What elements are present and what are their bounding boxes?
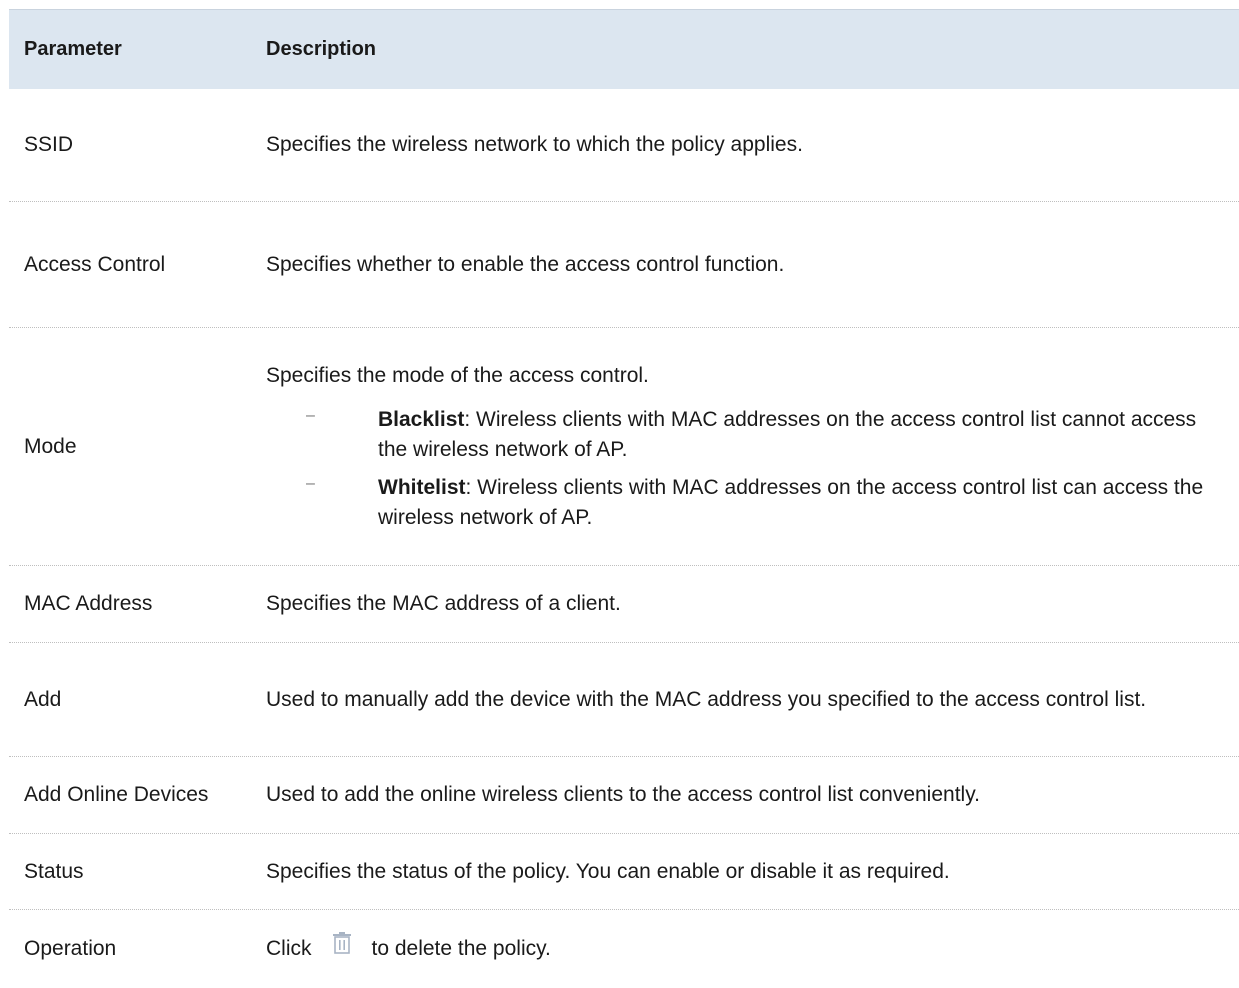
table-row: MAC Address Specifies the MAC address of… [9, 566, 1239, 643]
table-header: Parameter Description [9, 9, 1239, 89]
row-parameter: Operation [24, 937, 117, 960]
bullet-marker: – [306, 406, 315, 424]
row-description: Specifies the wireless network to which … [266, 133, 803, 156]
bullet-marker: – [306, 474, 315, 492]
row-description: Specifies the mode of the access control… [266, 361, 1239, 533]
delete-policy-text: to delete the policy. [371, 936, 551, 960]
row-description: Specifies the status of the policy. You … [266, 859, 950, 883]
bullet-body: : Wireless clients with MAC addresses on… [378, 475, 1204, 529]
list-item: – Whitelist: Wireless clients with MAC a… [306, 473, 1229, 533]
table-row: Access Control Specifies whether to enab… [9, 202, 1239, 328]
row-parameter: Access Control [24, 252, 166, 276]
row-parameter: SSID [24, 133, 74, 156]
table-row: Add Used to manually add the device with… [9, 643, 1239, 757]
header-parameter: Parameter [24, 38, 122, 60]
bullet-term: Blacklist [378, 407, 465, 431]
row-parameter: Status [24, 859, 84, 883]
row-parameter: Add Online Devices [24, 783, 209, 806]
bullet-text: Whitelist: Wireless clients with MAC add… [378, 473, 1229, 533]
header-description: Description [266, 38, 377, 60]
row-description: Click to delete the policy. [266, 931, 1239, 967]
table-row: SSID Specifies the wireless network to w… [9, 89, 1239, 202]
row-description: Specifies the MAC address of a client. [266, 592, 621, 615]
bullet-text: Blacklist: Wireless clients with MAC add… [378, 405, 1229, 465]
table-row: Operation Click to delete the policy. [9, 910, 1239, 988]
click-text: Click [266, 936, 312, 960]
list-item: – Blacklist: Wireless clients with MAC a… [306, 405, 1229, 465]
row-description: Used to manually add the device with the… [266, 687, 1147, 711]
mode-intro-text: Specifies the mode of the access control… [266, 363, 649, 387]
row-description: Used to add the online wireless clients … [266, 783, 980, 806]
parameter-table: Parameter Description SSID Specifies the… [9, 9, 1239, 988]
bullet-body: : Wireless clients with MAC addresses on… [378, 407, 1197, 461]
row-parameter: Add [24, 687, 62, 711]
trash-icon [332, 931, 352, 963]
row-parameter: Mode [24, 434, 77, 458]
row-description: Specifies whether to enable the access c… [266, 252, 785, 276]
table-row: Status Specifies the status of the polic… [9, 834, 1239, 910]
table-row: Add Online Devices Used to add the onlin… [9, 757, 1239, 834]
table-row: Mode Specifies the mode of the access co… [9, 328, 1239, 566]
row-parameter: MAC Address [24, 592, 153, 615]
bullet-term: Whitelist [378, 475, 466, 499]
